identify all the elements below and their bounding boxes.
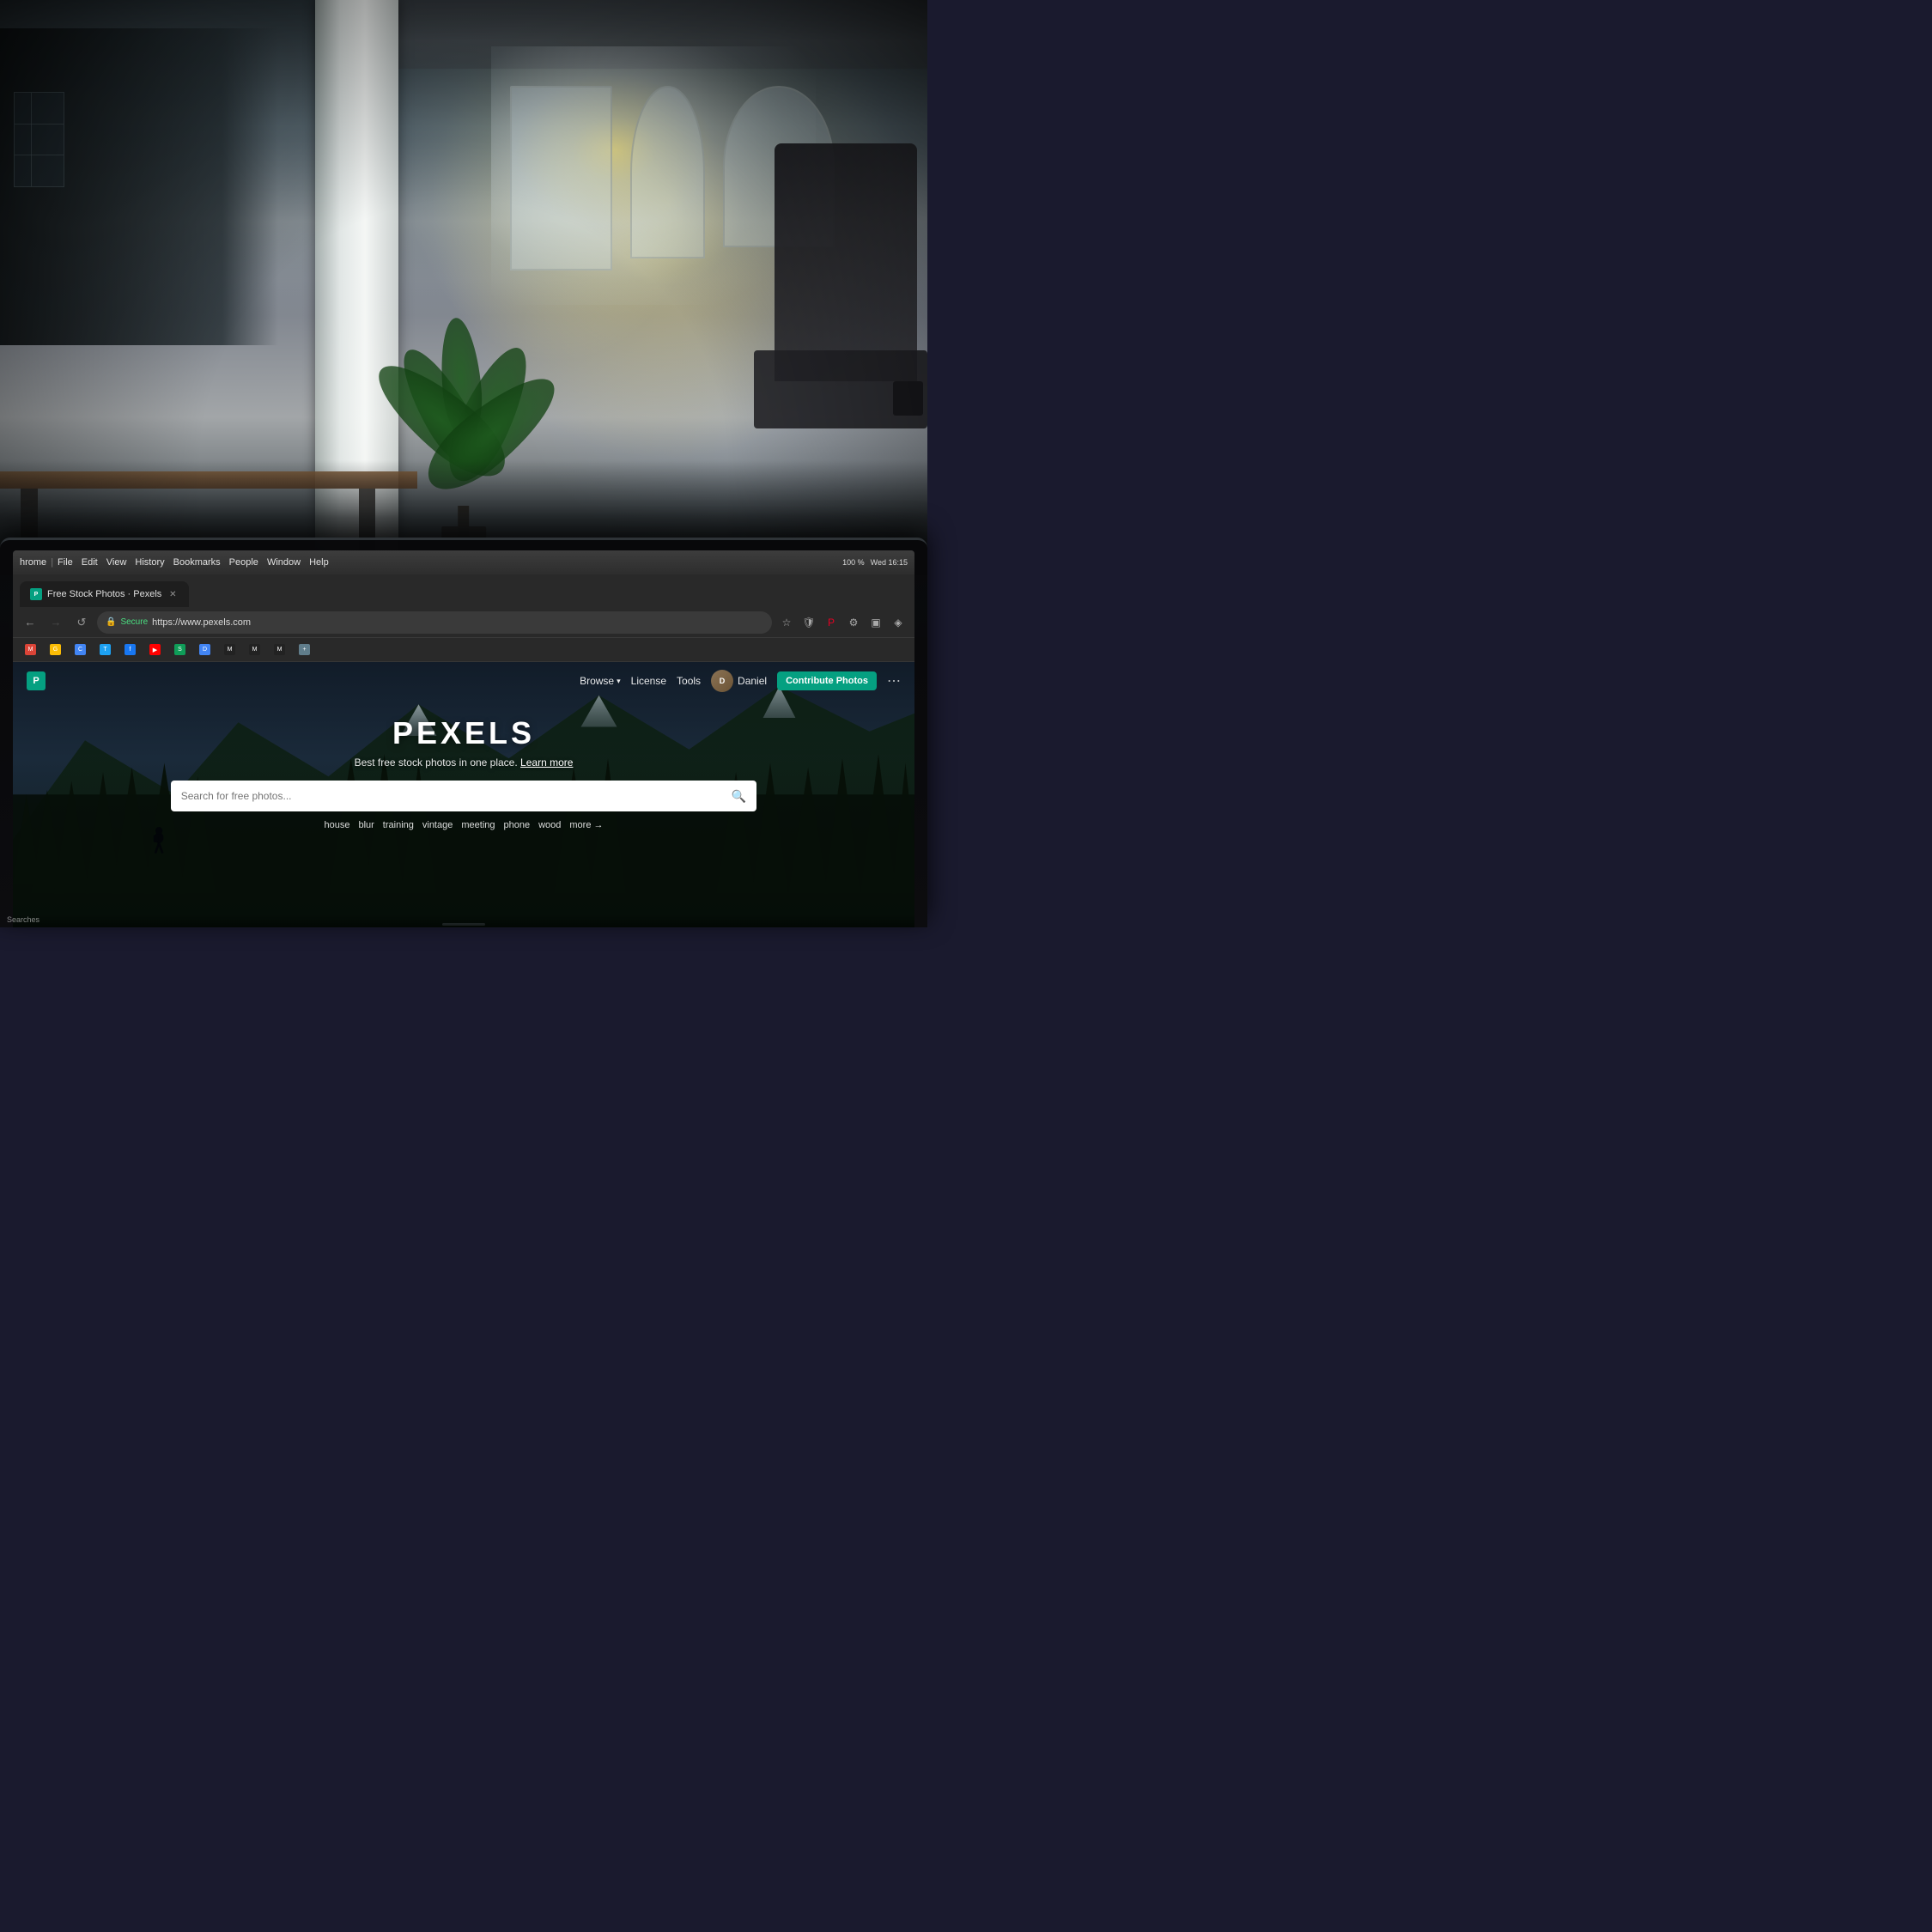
window-frame-1 bbox=[510, 86, 612, 270]
window-frame-2 bbox=[630, 86, 704, 258]
menu-bookmarks[interactable]: Bookmarks bbox=[173, 557, 221, 568]
pexels-logo-icon: P bbox=[27, 671, 46, 690]
datetime: Wed 16:15 bbox=[869, 558, 909, 567]
pexels-website: P Browse ▾ License Tools D bbox=[13, 662, 914, 927]
searches-label: Searches bbox=[7, 915, 39, 924]
search-input[interactable] bbox=[181, 790, 725, 802]
forward-button[interactable]: → bbox=[46, 612, 66, 633]
screen: hrome | File Edit View History Bookmarks… bbox=[13, 550, 914, 927]
monitor: hrome | File Edit View History Bookmarks… bbox=[0, 538, 927, 927]
bookmark-gmail[interactable]: M bbox=[20, 642, 41, 657]
search-tag-training[interactable]: training bbox=[383, 820, 414, 830]
bookmark-twitter[interactable]: T bbox=[94, 642, 116, 657]
search-tag-blur[interactable]: blur bbox=[358, 820, 374, 830]
contribute-photos-button[interactable]: Contribute Photos bbox=[777, 671, 877, 690]
bookmark-sheets[interactable]: S bbox=[169, 642, 191, 657]
nav-browse[interactable]: Browse ▾ bbox=[580, 675, 621, 687]
app-name: hrome bbox=[20, 557, 46, 568]
secure-label: Secure bbox=[120, 617, 148, 627]
tab-close-button[interactable]: ✕ bbox=[167, 588, 179, 600]
bookmark-star-button[interactable]: ☆ bbox=[777, 613, 796, 632]
back-button[interactable]: ← bbox=[20, 612, 40, 633]
pexels-tagline: Best free stock photos in one place. Lea… bbox=[355, 756, 574, 769]
pinterest-button[interactable]: P bbox=[822, 613, 841, 632]
extra-tool-2[interactable]: ▣ bbox=[866, 613, 885, 632]
hero-content: PEXELS Best free stock photos in one pla… bbox=[13, 705, 914, 830]
menu-view[interactable]: View bbox=[106, 557, 127, 568]
menu-file[interactable]: File bbox=[58, 557, 73, 568]
left-wall bbox=[0, 28, 278, 344]
tab-favicon: P bbox=[30, 588, 42, 600]
pexels-title: PEXELS bbox=[392, 715, 535, 751]
user-name: Daniel bbox=[738, 675, 767, 687]
tab-bar: P Free Stock Photos · Pexels ✕ bbox=[13, 574, 914, 607]
active-tab[interactable]: P Free Stock Photos · Pexels ✕ bbox=[20, 581, 189, 607]
search-tags: house blur training vintage meeting phon… bbox=[324, 820, 603, 830]
system-tray: 100 % Wed 16:15 bbox=[835, 550, 914, 574]
bookmark-m3[interactable]: M bbox=[269, 642, 290, 657]
search-tag-vintage[interactable]: vintage bbox=[422, 820, 453, 830]
bookmark-fb[interactable]: f bbox=[119, 642, 141, 657]
bookmark-m1[interactable]: M bbox=[219, 642, 240, 657]
search-more-tag[interactable]: more → bbox=[569, 820, 603, 830]
nav-license[interactable]: License bbox=[631, 675, 666, 687]
search-tag-wood[interactable]: wood bbox=[538, 820, 561, 830]
refresh-button[interactable]: ↺ bbox=[71, 612, 92, 633]
zoom-level: 100 % bbox=[841, 558, 866, 567]
user-avatar: D bbox=[711, 670, 733, 692]
user-area[interactable]: D Daniel bbox=[711, 670, 767, 692]
learn-more-link[interactable]: Learn more bbox=[520, 756, 573, 769]
office-scene bbox=[0, 0, 927, 575]
monitor-bezel: hrome | File Edit View History Bookmarks… bbox=[0, 538, 927, 927]
tab-title: Free Stock Photos · Pexels bbox=[47, 589, 161, 599]
menu-edit[interactable]: Edit bbox=[82, 557, 98, 568]
shield-button[interactable]: 🛡 bbox=[799, 613, 818, 632]
search-tag-meeting[interactable]: meeting bbox=[461, 820, 495, 830]
search-tag-phone[interactable]: phone bbox=[504, 820, 531, 830]
bookmark-extra[interactable]: + bbox=[294, 642, 315, 657]
address-bar[interactable]: 🔒 Secure https://www.pexels.com bbox=[97, 611, 772, 634]
bookmark-yt[interactable]: ▶ bbox=[144, 642, 166, 657]
search-bar[interactable]: 🔍 bbox=[171, 781, 757, 811]
toolbar-right: ☆ 🛡 P ⚙ ▣ ◈ bbox=[777, 613, 908, 632]
search-icon[interactable]: 🔍 bbox=[732, 789, 746, 804]
extra-tool-3[interactable]: ◈ bbox=[889, 613, 908, 632]
search-tag-house[interactable]: house bbox=[324, 820, 349, 830]
menu-help[interactable]: Help bbox=[309, 557, 329, 568]
grid-window bbox=[14, 92, 64, 186]
bookmark-docs[interactable]: D bbox=[194, 642, 216, 657]
menu-people[interactable]: People bbox=[229, 557, 258, 568]
menu-window[interactable]: Window bbox=[267, 557, 301, 568]
bookmark-m2[interactable]: M bbox=[244, 642, 265, 657]
secure-icon: 🔒 bbox=[106, 617, 116, 627]
nav-more-button[interactable]: ⋯ bbox=[887, 672, 901, 690]
nav-tools[interactable]: Tools bbox=[677, 675, 701, 687]
menu-history[interactable]: History bbox=[135, 557, 164, 568]
pexels-navbar: P Browse ▾ License Tools D bbox=[13, 662, 914, 700]
url-text: https://www.pexels.com bbox=[152, 617, 251, 628]
extra-tool-1[interactable]: ⚙ bbox=[844, 613, 863, 632]
screen-bottom-fade bbox=[13, 914, 914, 927]
bookmark-drive[interactable]: G bbox=[45, 642, 66, 657]
address-bar-row: ← → ↺ 🔒 Secure https://www.pexels.com ☆ … bbox=[13, 607, 914, 638]
bookmarks-bar: M G C T f ▶ S bbox=[13, 638, 914, 662]
bookmark-cal[interactable]: C bbox=[70, 642, 91, 657]
chrome-os-bar: hrome | File Edit View History Bookmarks… bbox=[13, 550, 914, 574]
